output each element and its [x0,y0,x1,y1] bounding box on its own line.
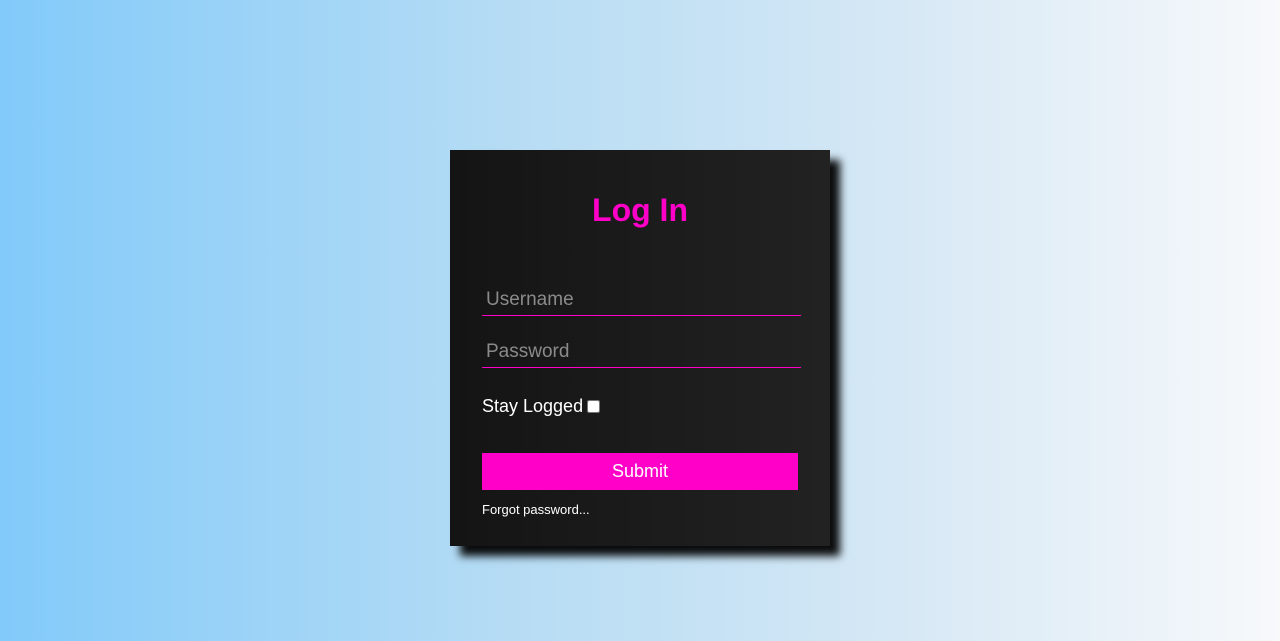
login-title: Log In [592,192,688,228]
stay-logged-checkbox[interactable] [587,399,601,413]
login-card: Log In Stay Logged Submit Forgot passwor… [450,150,830,546]
password-input[interactable] [482,336,801,368]
stay-logged-label: Stay Logged [482,396,584,416]
submit-button[interactable]: Submit [482,453,798,490]
stay-logged-row[interactable]: Stay Logged [482,396,601,416]
username-input[interactable] [482,284,801,316]
forgot-password-link[interactable]: Forgot password... [482,502,590,517]
